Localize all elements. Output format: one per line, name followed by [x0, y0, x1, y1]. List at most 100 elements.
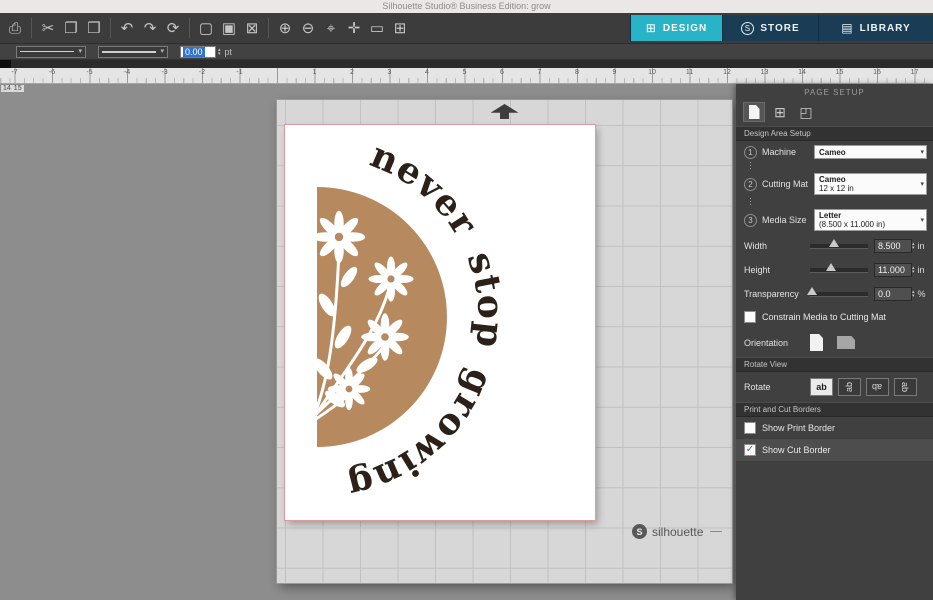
slider-thumb[interactable] [826, 263, 836, 271]
ruler-number: 2 [350, 69, 354, 76]
stepper-down-icon[interactable]: ▾ [912, 246, 915, 250]
ruler-number: 17 [911, 69, 919, 76]
pan-icon[interactable]: ✛ [343, 17, 365, 39]
stepper-down-icon[interactable]: ▾ [912, 294, 915, 298]
rotate-row: Rotate ab ab ab ab [736, 372, 933, 402]
tab-design-label: DESIGN [663, 23, 707, 34]
height-stepper[interactable]: ▴ ▾ [912, 266, 915, 274]
zoom-out-icon[interactable]: ⊖ [297, 17, 319, 39]
line-weight-preview [102, 51, 156, 53]
zoom-in-icon[interactable]: ⊕ [274, 17, 296, 39]
page-icon [749, 105, 760, 119]
daisy-flower [328, 368, 371, 411]
line-style-toolbar: ▾ ▾ 0.00 ▴ ▾ pt [0, 44, 933, 60]
constrain-media-checkbox[interactable] [744, 311, 756, 323]
print-icon[interactable]: ⎙ [4, 17, 26, 39]
ruler-number: -1 [236, 69, 242, 76]
ruler-number: -4 [124, 69, 130, 76]
ruler-number: -6 [49, 69, 55, 76]
height-slider[interactable] [810, 268, 868, 273]
show-print-border-row: Show Print Border [736, 417, 933, 439]
machine-row: 1 Machine Cameo ▾ [736, 141, 933, 162]
rotate-180-glyph: ab [872, 382, 882, 392]
redo-icon[interactable]: ↷ [139, 17, 161, 39]
ruler-number: 12 [723, 69, 731, 76]
page-setup-panel: PAGE SETUP ⊞ ◰ Design Area Setup 1 Machi… [736, 84, 933, 600]
select-icon[interactable]: ▢ [195, 17, 217, 39]
tab-design[interactable]: ⊞ DESIGN [630, 15, 722, 41]
toolbar-separator [189, 18, 190, 38]
undo-icon[interactable]: ↶ [116, 17, 138, 39]
tab-library[interactable]: ▤ LIBRARY [818, 15, 933, 41]
stepper-down-icon[interactable]: ▾ [218, 52, 221, 56]
cut-icon[interactable]: ✂ [37, 17, 59, 39]
fit-to-page-icon[interactable]: ⊞ [389, 17, 411, 39]
daisy-flower [361, 313, 409, 361]
paste-icon[interactable]: ❒ [83, 17, 105, 39]
width-value-input[interactable]: 8.500 [874, 239, 912, 253]
ruler-number: -7 [11, 69, 17, 76]
stepper-down-icon[interactable]: ▾ [912, 270, 915, 274]
select-all-icon[interactable]: ▣ [218, 17, 240, 39]
cutting-mat-value: Cameo [819, 175, 914, 184]
horizontal-ruler: -7-6-5-4-3-2-11234567891011121314151617 [0, 68, 933, 84]
line-style-preview [20, 51, 74, 52]
ruler-number: -2 [199, 69, 205, 76]
toolbar-divider-strip [0, 60, 933, 68]
cutting-mat-dropdown[interactable]: Cameo 12 x 12 in ▾ [814, 173, 927, 195]
stroke-width-stepper[interactable]: ▴ ▾ [218, 48, 221, 56]
watermark-label: silhouette [652, 525, 703, 539]
line-style-dropdown[interactable]: ▾ [16, 46, 86, 58]
transparency-stepper[interactable]: ▴ ▾ [912, 290, 915, 298]
rotate-0-glyph: ab [816, 382, 827, 392]
media-page[interactable]: never stop growing [285, 125, 595, 520]
rotate-270-button[interactable]: ab [894, 378, 917, 396]
transparency-slider[interactable] [810, 292, 868, 297]
machine-dropdown[interactable]: Cameo ▾ [814, 145, 927, 159]
machine-value: Cameo [819, 148, 914, 157]
tab-store[interactable]: S STORE [722, 15, 818, 41]
width-stepper[interactable]: ▴ ▾ [912, 242, 915, 250]
zoom-selection-icon[interactable]: ▭ [366, 17, 388, 39]
orientation-landscape-icon[interactable] [837, 336, 855, 349]
check-icon: ✓ [746, 445, 754, 455]
rotate-180-button[interactable]: ab [866, 378, 889, 396]
show-cut-border-checkbox[interactable]: ✓ [744, 444, 756, 456]
cutting-mat-label: Cutting Mat [762, 179, 814, 189]
daisy-flower [369, 257, 414, 302]
copy-icon[interactable]: ❐ [60, 17, 82, 39]
registration-marks-button[interactable]: ◰ [796, 103, 816, 121]
cutting-mat[interactable]: never stop growing S silhouette [277, 100, 732, 583]
rotate-0-button[interactable]: ab [810, 378, 833, 396]
deselect-icon[interactable]: ⊠ [241, 17, 263, 39]
line-weight-dropdown[interactable]: ▾ [98, 46, 168, 58]
registration-marks-icon: ◰ [799, 105, 812, 119]
design-grid-icon: ⊞ [646, 21, 657, 35]
slider-thumb[interactable] [807, 287, 817, 295]
media-size-value: Letter [819, 211, 914, 220]
orientation-portrait-icon[interactable] [810, 334, 823, 351]
watermark-dash [710, 531, 722, 532]
step-number-badge: 1 [744, 146, 757, 159]
design-artwork[interactable]: never stop growing [285, 125, 595, 520]
height-value-input[interactable]: 11.000 [874, 263, 912, 277]
media-size-dropdown[interactable]: Letter (8.500 x 11.000 in) ▾ [814, 209, 927, 231]
grid-settings-button[interactable]: ⊞ [770, 103, 790, 121]
ruler-number: 3 [388, 69, 392, 76]
ruler-number: 4 [425, 69, 429, 76]
stroke-width-input[interactable]: 0.00 [180, 46, 216, 58]
transparency-value-input[interactable]: 0.0 [874, 287, 912, 301]
design-canvas[interactable]: never stop growing S silhouette PAGE SET… [0, 84, 933, 600]
show-print-border-checkbox[interactable] [744, 422, 756, 434]
drag-zoom-icon[interactable]: ⌖ [320, 17, 342, 39]
rotate-90-button[interactable]: ab [838, 378, 861, 396]
media-size-dimensions: (8.500 x 11.000 in) [819, 220, 914, 229]
panel-tool-icons: ⊞ ◰ [736, 100, 933, 126]
step-number-badge: 3 [744, 214, 757, 227]
width-slider[interactable] [810, 244, 868, 249]
sync-icon[interactable]: ⟳ [162, 17, 184, 39]
silhouette-logo-icon: S [632, 524, 647, 539]
slider-thumb[interactable] [829, 239, 839, 247]
ruler-number: 6 [500, 69, 504, 76]
page-setup-tab-button[interactable] [744, 103, 764, 121]
